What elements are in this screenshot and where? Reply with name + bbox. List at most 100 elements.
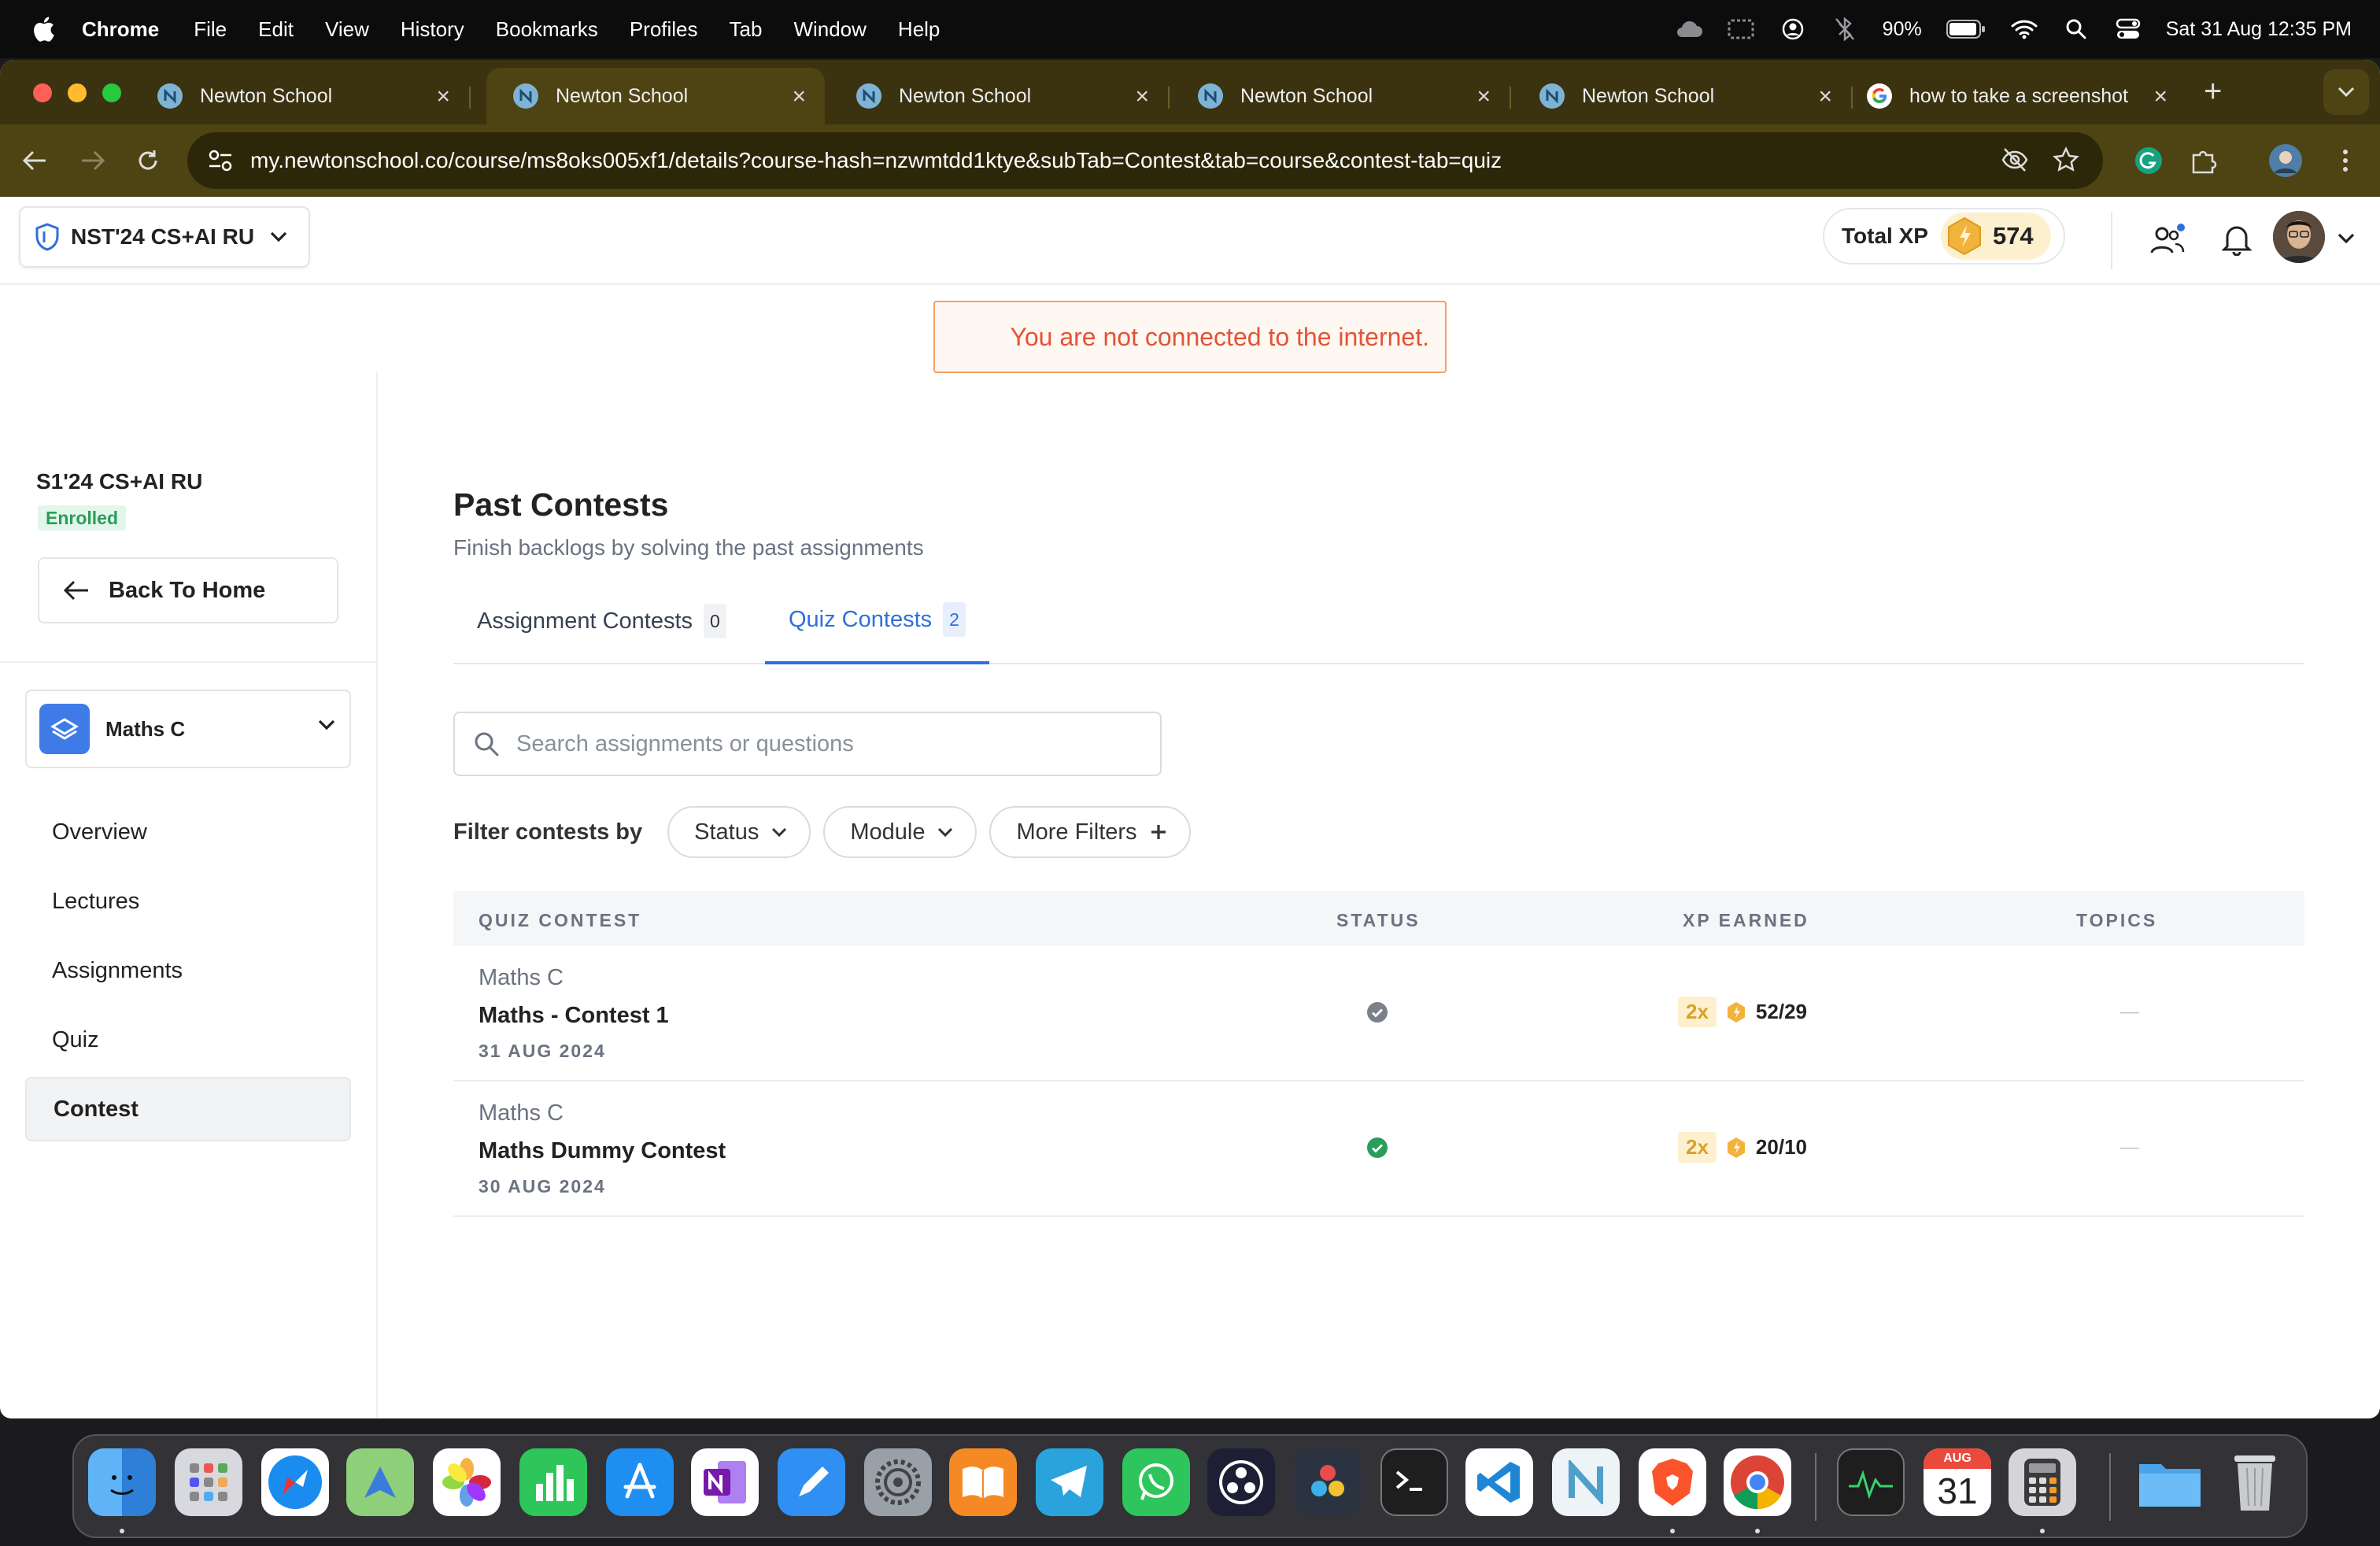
sidebar-item-assignments[interactable]: Assignments [25, 938, 351, 1003]
app-store-icon[interactable] [606, 1448, 674, 1516]
menubar-datetime[interactable]: Sat 31 Aug 12:35 PM [2166, 18, 2352, 41]
menu-app-name[interactable]: Chrome [82, 17, 159, 42]
browser-tab-1[interactable]: Newton School × [131, 68, 471, 124]
community-users-icon[interactable] [2149, 220, 2186, 258]
tab-quiz-contests[interactable]: Quiz Contests 2 [765, 578, 989, 664]
menu-file[interactable]: File [194, 17, 227, 42]
menu-tab[interactable]: Tab [730, 17, 763, 42]
browser-tab-strip: Newton School × Newton School × Newton S… [0, 60, 2380, 124]
url-text[interactable]: my.newtonschool.co/course/ms8oks005xf1/d… [250, 148, 1502, 173]
photos-icon[interactable] [433, 1448, 501, 1516]
maps-icon[interactable] [346, 1448, 414, 1516]
back-to-home-button[interactable]: Back To Home [38, 557, 338, 623]
dock-running-indicator [2040, 1529, 2045, 1533]
close-window-button[interactable] [33, 83, 52, 102]
back-arrow-icon[interactable] [19, 145, 50, 176]
minimize-window-button[interactable] [68, 83, 87, 102]
numbers-icon[interactable] [519, 1448, 587, 1516]
menu-bookmarks[interactable]: Bookmarks [496, 17, 598, 42]
menu-history[interactable]: History [401, 17, 464, 42]
tab-close-icon[interactable]: × [1818, 83, 1832, 110]
obs-icon[interactable] [1207, 1448, 1275, 1516]
tab-close-icon[interactable]: × [436, 83, 450, 110]
forward-arrow-icon[interactable] [77, 145, 109, 176]
safari-icon[interactable] [261, 1448, 329, 1516]
site-settings-icon[interactable] [205, 145, 236, 176]
menu-view[interactable]: View [325, 17, 369, 42]
battery-icon[interactable] [1946, 17, 1986, 41]
new-tab-button[interactable]: + [2204, 74, 2222, 109]
more-filters-button[interactable]: More Filters [989, 806, 1191, 858]
browser-tab-4[interactable]: Newton School × [1171, 68, 1511, 124]
grammarly-extension-icon[interactable] [2130, 142, 2168, 179]
terminal-icon[interactable] [1380, 1448, 1448, 1516]
row-contest-name[interactable]: Maths Dummy Contest [479, 1138, 726, 1164]
extensions-puzzle-icon[interactable] [2185, 142, 2223, 179]
menu-profiles[interactable]: Profiles [630, 17, 698, 42]
tab-assignment-contests[interactable]: Assignment Contests 0 [453, 578, 750, 664]
search-box [453, 712, 1162, 776]
sidebar-item-contest[interactable]: Contest [25, 1077, 351, 1141]
eye-slash-icon[interactable] [2001, 146, 2029, 177]
spotlight-search-icon[interactable] [2062, 17, 2090, 41]
zoom-window-button[interactable] [102, 83, 121, 102]
screen-mirroring-icon[interactable] [1727, 17, 1755, 41]
menu-window[interactable]: Window [793, 17, 866, 42]
status-filter-dropdown[interactable]: Status [667, 806, 811, 858]
total-xp-pill[interactable]: Total XP 574 [1823, 208, 2065, 264]
course-switcher-dropdown[interactable]: NST'24 CS+AI RU [19, 206, 310, 268]
module-filter-dropdown[interactable]: Module [823, 806, 978, 858]
profile-avatar-icon[interactable] [2267, 142, 2304, 179]
calendar-icon[interactable]: AUG 31 [1924, 1448, 1991, 1516]
activity-monitor-icon[interactable] [1837, 1448, 1905, 1516]
whatsapp-icon[interactable] [1122, 1448, 1190, 1516]
table-row[interactable]: Maths C Maths Dummy Contest 30 AUG 2024 … [453, 1082, 2304, 1217]
user-account-icon[interactable] [1779, 17, 1807, 41]
tab-close-icon[interactable]: × [2153, 83, 2168, 110]
apple-logo-icon[interactable] [31, 16, 55, 43]
subject-selector-dropdown[interactable]: Maths C [25, 690, 351, 768]
finder-icon[interactable] [88, 1448, 156, 1516]
sidebar-item-quiz[interactable]: Quiz [25, 1008, 351, 1072]
telegram-icon[interactable] [1036, 1448, 1103, 1516]
folder-icon[interactable] [2136, 1448, 2204, 1516]
calculator-icon[interactable] [2009, 1448, 2076, 1516]
chrome-icon[interactable] [1724, 1448, 1791, 1516]
browser-tab-2-active[interactable]: Newton School × [486, 68, 825, 124]
control-center-icon[interactable] [2114, 17, 2142, 41]
wifi-icon[interactable] [2010, 17, 2038, 41]
menu-help[interactable]: Help [898, 17, 940, 42]
system-settings-icon[interactable] [864, 1448, 932, 1516]
search-input[interactable] [516, 730, 1130, 757]
menu-edit[interactable]: Edit [258, 17, 294, 42]
table-row[interactable]: Maths C Maths - Contest 1 31 AUG 2024 2x… [453, 946, 2304, 1082]
address-bar[interactable]: my.newtonschool.co/course/ms8oks005xf1/d… [187, 132, 2103, 189]
launchpad-icon[interactable] [175, 1448, 242, 1516]
bookmark-star-icon[interactable] [2053, 146, 2079, 177]
browser-menu-kebab-icon[interactable] [2326, 142, 2364, 179]
trash-icon[interactable] [2221, 1448, 2289, 1516]
books-icon[interactable] [949, 1448, 1017, 1516]
browser-tab-3[interactable]: Newton School × [830, 68, 1170, 124]
row-contest-name[interactable]: Maths - Contest 1 [479, 1003, 669, 1029]
davinci-resolve-icon[interactable] [1294, 1448, 1362, 1516]
onenote-icon[interactable] [691, 1448, 759, 1516]
tab-close-icon[interactable]: × [1476, 83, 1491, 110]
tab-search-button[interactable] [2323, 69, 2369, 115]
cloud-icon[interactable] [1675, 17, 1703, 41]
vscode-icon[interactable] [1465, 1448, 1533, 1516]
tab-close-icon[interactable]: × [1135, 83, 1149, 110]
reload-icon[interactable] [132, 145, 164, 176]
brave-icon[interactable] [1639, 1448, 1706, 1516]
browser-tab-5[interactable]: Newton School × [1513, 68, 1853, 124]
tab-close-icon[interactable]: × [792, 83, 806, 110]
sidebar-item-overview[interactable]: Overview [25, 800, 351, 864]
notification-bell-icon[interactable] [2218, 220, 2256, 258]
avatar-chevron-down-icon[interactable] [2338, 233, 2355, 244]
bluetooth-off-icon[interactable] [1831, 17, 1859, 41]
sidebar-item-lectures[interactable]: Lectures [25, 869, 351, 934]
newton-school-icon[interactable] [1552, 1448, 1620, 1516]
pages-icon[interactable] [778, 1448, 845, 1516]
browser-tab-6[interactable]: how to take a screenshot × [1840, 68, 2186, 124]
user-avatar[interactable] [2273, 211, 2325, 263]
